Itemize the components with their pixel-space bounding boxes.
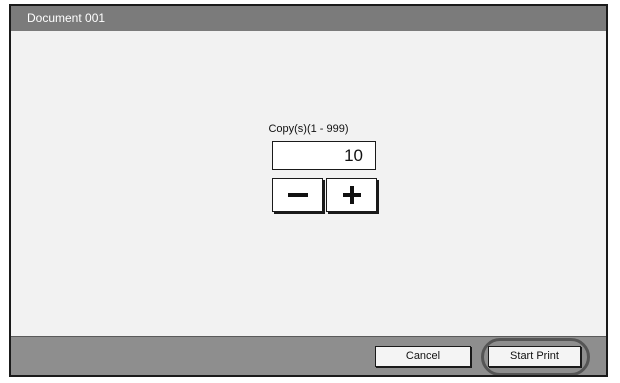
print-dialog: Document 001 Copy(s)(1 - 999) 10 Cancel … — [9, 4, 608, 377]
cancel-button[interactable]: Cancel — [375, 346, 471, 367]
content-area: Copy(s)(1 - 999) 10 — [11, 31, 606, 336]
plus-icon — [342, 186, 361, 204]
increase-copies-button[interactable] — [326, 178, 377, 212]
start-print-button[interactable]: Start Print — [488, 346, 581, 367]
minus-icon — [287, 185, 308, 205]
title-bar: Document 001 — [11, 6, 606, 31]
action-bar: Cancel Start Print — [11, 336, 606, 375]
copies-value-field[interactable]: 10 — [272, 141, 376, 170]
decrease-copies-button[interactable] — [272, 178, 323, 212]
copies-label: Copy(s)(1 - 999) — [268, 123, 349, 135]
window-title: Document 001 — [27, 11, 106, 25]
